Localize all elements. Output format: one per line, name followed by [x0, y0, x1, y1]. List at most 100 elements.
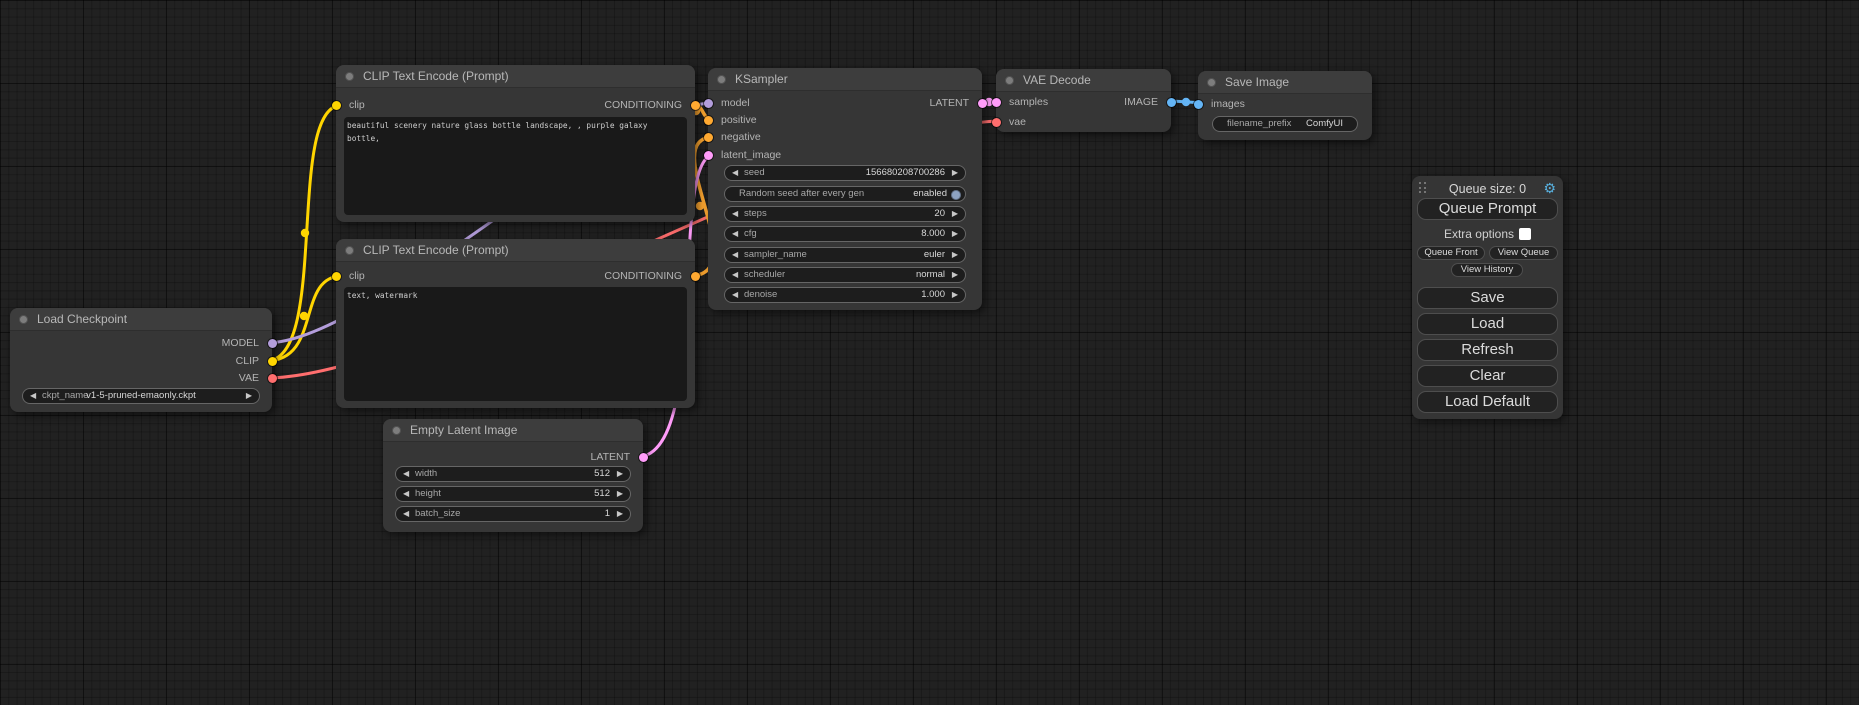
collapse-dot-icon[interactable]: [717, 75, 726, 84]
port-conditioning-output[interactable]: [691, 272, 700, 281]
view-queue-button[interactable]: View Queue: [1489, 246, 1558, 260]
output-label: IMAGE: [1124, 96, 1158, 108]
scheduler-widget[interactable]: ◀ scheduler normal ▶: [724, 267, 966, 283]
link-dot: [300, 312, 308, 320]
extra-options-checkbox[interactable]: [1519, 228, 1531, 240]
port-images-input[interactable]: [1194, 100, 1203, 109]
node-title-bar[interactable]: VAE Decode: [996, 69, 1171, 92]
collapse-dot-icon[interactable]: [345, 72, 354, 81]
cfg-widget[interactable]: ◀ cfg 8.000 ▶: [724, 226, 966, 242]
node-vae-decode[interactable]: VAE Decode samples IMAGE vae: [996, 69, 1171, 132]
output-label: CONDITIONING: [604, 270, 682, 282]
node-title-bar[interactable]: CLIP Text Encode (Prompt): [336, 65, 695, 88]
collapse-dot-icon[interactable]: [19, 315, 28, 324]
queue-prompt-button[interactable]: Queue Prompt: [1417, 198, 1558, 220]
node-empty-latent-image[interactable]: Empty Latent Image LATENT ◀ width 512 ▶ …: [383, 419, 643, 532]
port-model-input[interactable]: [704, 99, 713, 108]
arrow-right-icon[interactable]: ▶: [617, 467, 623, 481]
arrow-right-icon[interactable]: ▶: [952, 268, 958, 282]
load-button[interactable]: Load: [1417, 313, 1558, 335]
steps-widget[interactable]: ◀ steps 20 ▶: [724, 206, 966, 222]
widget-label: denoise: [744, 288, 777, 302]
widget-label: scheduler: [744, 268, 785, 282]
arrow-right-icon[interactable]: ▶: [617, 487, 623, 501]
view-history-button[interactable]: View History: [1451, 263, 1523, 277]
height-widget[interactable]: ◀ height 512 ▶: [395, 486, 631, 502]
clear-button[interactable]: Clear: [1417, 365, 1558, 387]
filename-prefix-widget[interactable]: filename_prefix ComfyUI: [1212, 116, 1358, 132]
widget-label: sampler_name: [744, 248, 807, 262]
widget-label: batch_size: [415, 507, 460, 521]
arrow-right-icon[interactable]: ▶: [952, 227, 958, 241]
node-load-checkpoint[interactable]: Load Checkpoint MODEL CLIP VAE ◀ ckpt_na…: [10, 308, 272, 412]
port-positive-input[interactable]: [704, 116, 713, 125]
random-seed-widget[interactable]: Random seed after every gen enabled: [724, 186, 966, 202]
output-label: CONDITIONING: [604, 99, 682, 111]
gear-icon[interactable]: ⚙: [1543, 180, 1556, 196]
port-model-output[interactable]: [268, 339, 277, 348]
arrow-left-icon[interactable]: ◀: [403, 467, 409, 481]
arrow-left-icon[interactable]: ◀: [403, 487, 409, 501]
arrow-left-icon[interactable]: ◀: [732, 207, 738, 221]
ckpt-name-widget[interactable]: ◀ ckpt_name v1-5-pruned-emaonly.ckpt ▶: [22, 388, 260, 404]
arrow-left-icon[interactable]: ◀: [732, 248, 738, 262]
node-ksampler[interactable]: KSampler model LATENT positive negative …: [708, 68, 982, 310]
port-clip-input[interactable]: [332, 101, 341, 110]
arrow-left-icon[interactable]: ◀: [732, 268, 738, 282]
node-title-bar[interactable]: KSampler: [708, 68, 982, 91]
arrow-right-icon[interactable]: ▶: [952, 207, 958, 221]
port-conditioning-output[interactable]: [691, 101, 700, 110]
prompt-textarea[interactable]: beautiful scenery nature glass bottle la…: [344, 117, 687, 215]
node-title-bar[interactable]: Load Checkpoint: [10, 308, 272, 331]
toggle-enabled-icon[interactable]: [951, 190, 961, 200]
node-title-bar[interactable]: Save Image: [1198, 71, 1372, 94]
arrow-right-icon[interactable]: ▶: [246, 389, 252, 403]
arrow-left-icon[interactable]: ◀: [732, 166, 738, 180]
widget-value: ComfyUI: [1306, 117, 1343, 131]
save-button[interactable]: Save: [1417, 287, 1558, 309]
port-latent-output[interactable]: [978, 99, 987, 108]
node-title: Load Checkpoint: [37, 312, 127, 326]
arrow-right-icon[interactable]: ▶: [952, 288, 958, 302]
input-label: clip: [349, 270, 365, 282]
port-clip-input[interactable]: [332, 272, 341, 281]
arrow-left-icon[interactable]: ◀: [732, 288, 738, 302]
denoise-widget[interactable]: ◀ denoise 1.000 ▶: [724, 287, 966, 303]
collapse-dot-icon[interactable]: [1207, 78, 1216, 87]
queue-front-button[interactable]: Queue Front: [1417, 246, 1485, 260]
node-save-image[interactable]: Save Image images filename_prefix ComfyU…: [1198, 71, 1372, 140]
load-default-button[interactable]: Load Default: [1417, 391, 1558, 413]
queue-panel: Queue size: 0 ⚙ Queue Prompt Extra optio…: [1412, 176, 1563, 419]
port-samples-input[interactable]: [992, 98, 1001, 107]
collapse-dot-icon[interactable]: [392, 426, 401, 435]
collapse-dot-icon[interactable]: [1005, 76, 1014, 85]
input-label: images: [1211, 98, 1245, 110]
arrow-right-icon[interactable]: ▶: [952, 248, 958, 262]
widget-value: 8.000: [921, 227, 945, 241]
port-latent-image-input[interactable]: [704, 151, 713, 160]
seed-widget[interactable]: ◀ seed 156680208700286 ▶: [724, 165, 966, 181]
arrow-right-icon[interactable]: ▶: [617, 507, 623, 521]
port-vae-output[interactable]: [268, 374, 277, 383]
port-vae-input[interactable]: [992, 118, 1001, 127]
sampler-name-widget[interactable]: ◀ sampler_name euler ▶: [724, 247, 966, 263]
comfyui-canvas[interactable]: Load Checkpoint MODEL CLIP VAE ◀ ckpt_na…: [0, 0, 1859, 705]
arrow-left-icon[interactable]: ◀: [403, 507, 409, 521]
arrow-left-icon[interactable]: ◀: [732, 227, 738, 241]
port-negative-input[interactable]: [704, 133, 713, 142]
collapse-dot-icon[interactable]: [345, 246, 354, 255]
node-title: KSampler: [735, 72, 788, 86]
port-latent-output[interactable]: [639, 453, 648, 462]
node-title-bar[interactable]: Empty Latent Image: [383, 419, 643, 442]
node-title-bar[interactable]: CLIP Text Encode (Prompt): [336, 239, 695, 262]
port-image-output[interactable]: [1167, 98, 1176, 107]
arrow-right-icon[interactable]: ▶: [952, 166, 958, 180]
prompt-textarea[interactable]: text, watermark: [344, 287, 687, 401]
node-clip-text-encode-negative[interactable]: CLIP Text Encode (Prompt) clip CONDITION…: [336, 239, 695, 408]
refresh-button[interactable]: Refresh: [1417, 339, 1558, 361]
width-widget[interactable]: ◀ width 512 ▶: [395, 466, 631, 482]
port-clip-output[interactable]: [268, 357, 277, 366]
node-clip-text-encode-positive[interactable]: CLIP Text Encode (Prompt) clip CONDITION…: [336, 65, 695, 222]
batch-size-widget[interactable]: ◀ batch_size 1 ▶: [395, 506, 631, 522]
widget-label: filename_prefix: [1227, 117, 1291, 131]
